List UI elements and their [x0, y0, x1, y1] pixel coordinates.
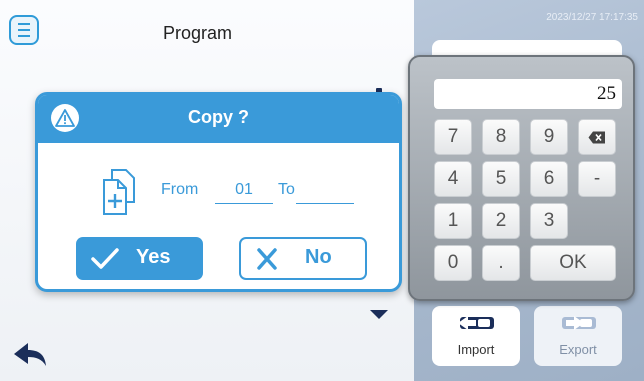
key-7[interactable]: 7 — [434, 119, 472, 155]
import-button[interactable]: Import — [432, 306, 520, 366]
key-minus[interactable]: - — [578, 161, 616, 197]
key-4[interactable]: 4 — [434, 161, 472, 197]
menu-icon — [18, 21, 30, 39]
ok-key[interactable]: OK — [530, 245, 616, 281]
numeric-keypad: 25 7 8 9 4 5 6 - 1 2 3 0 . OK — [408, 55, 635, 301]
key-5[interactable]: 5 — [482, 161, 520, 197]
page-title: Program — [163, 23, 233, 43]
dialog-header: Copy ? — [38, 95, 399, 143]
dialog-title: Copy ? — [188, 107, 249, 127]
export-label: Export — [559, 342, 597, 357]
check-icon — [91, 248, 119, 269]
key-9[interactable]: 9 — [530, 119, 568, 155]
from-label: From — [161, 181, 199, 198]
copy-icon — [103, 169, 135, 215]
import-icon — [458, 316, 494, 330]
backspace-icon — [588, 131, 605, 143]
export-button[interactable]: Export — [534, 306, 622, 366]
back-icon[interactable] — [12, 340, 48, 368]
from-input[interactable]: 01 — [215, 181, 273, 199]
no-button[interactable]: No — [239, 237, 367, 280]
keypad-display: 25 — [434, 79, 622, 109]
yes-button[interactable]: Yes — [76, 237, 203, 280]
scroll-down-button[interactable] — [370, 310, 388, 319]
key-0[interactable]: 0 — [434, 245, 472, 281]
key-1[interactable]: 1 — [434, 203, 472, 239]
key-dot[interactable]: . — [482, 245, 520, 281]
key-3[interactable]: 3 — [530, 203, 568, 239]
yes-label: Yes — [136, 246, 171, 268]
no-label: No — [305, 246, 332, 268]
copy-dialog: Copy ? From 01 To Yes No — [35, 92, 402, 292]
export-icon — [562, 316, 596, 330]
key-2[interactable]: 2 — [482, 203, 520, 239]
menu-button[interactable] — [9, 15, 39, 45]
to-label: To — [278, 181, 295, 198]
key-6[interactable]: 6 — [530, 161, 568, 197]
to-underline — [296, 203, 354, 204]
import-label: Import — [457, 342, 495, 357]
key-8[interactable]: 8 — [482, 119, 520, 155]
datetime-label: 2023/12/27 17:17:35 — [546, 12, 638, 23]
close-icon — [257, 248, 277, 270]
from-underline — [215, 203, 273, 204]
display-value: 25 — [597, 83, 616, 104]
backspace-key[interactable] — [578, 119, 616, 155]
